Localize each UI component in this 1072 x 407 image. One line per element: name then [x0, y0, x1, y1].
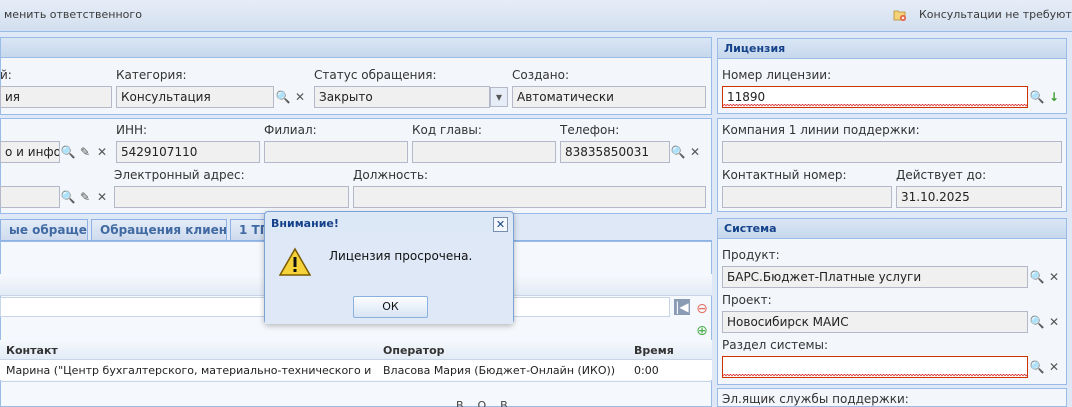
client-org-field[interactable]: о и инфорі — [0, 141, 60, 163]
position-field[interactable] — [353, 186, 706, 208]
client-org-clear-icon[interactable]: ✕ — [93, 142, 111, 162]
row-contact-cell: Марина ("Центр бухгалтерского, материаль… — [6, 364, 374, 377]
contact-field[interactable] — [0, 186, 60, 208]
project-field[interactable]: Новосибирск МАИС — [722, 311, 1028, 333]
consultation-folder-icon — [893, 9, 907, 21]
phone-field[interactable]: 83835850031 — [560, 141, 670, 163]
tab-client-requests[interactable]: Обращения клиента — [91, 219, 227, 240]
warning-icon — [278, 247, 312, 277]
bottom-partial-text: В... О... В... — [456, 399, 519, 407]
phone-clear-icon[interactable]: ✕ — [686, 142, 704, 162]
status-select[interactable]: Закрыто — [314, 86, 490, 108]
position-label: Должность: — [353, 168, 429, 182]
change-responsible-button[interactable]: менить ответственного — [4, 8, 142, 21]
row-time-cell: 0:00 — [634, 364, 659, 377]
license-download-arrow-icon[interactable]: ↓ — [1045, 87, 1063, 107]
license-search-icon[interactable]: 🔍 — [1028, 87, 1046, 107]
category-search-icon[interactable]: 🔍 — [274, 87, 292, 107]
system-header: Система — [718, 219, 1066, 239]
client-org-search-icon[interactable]: 🔍 — [59, 142, 77, 162]
grid-header — [0, 340, 712, 360]
email-label: Электронный адрес: — [114, 168, 245, 182]
product-search-icon[interactable]: 🔍 — [1028, 267, 1046, 287]
valid-until-label: Действует до: — [896, 168, 987, 182]
dialog-message: Лицензия просрочена. — [329, 249, 473, 263]
column-operator[interactable]: Оператор — [383, 344, 445, 357]
company-label: Компания 1 линии поддержки: — [722, 123, 920, 137]
category-label: Категория: — [116, 68, 187, 82]
ok-button[interactable]: ОК — [353, 296, 428, 318]
license-number-label: Номер лицензии: — [722, 68, 832, 82]
branch-field[interactable] — [264, 141, 408, 163]
system-section-clear-icon[interactable]: ✕ — [1045, 357, 1063, 377]
mailbox-label: Эл.ящик службы поддержки: — [722, 392, 909, 406]
status-label: Статус обращения: — [314, 68, 437, 82]
product-field[interactable]: БАРС.Бюджет-Платные услуги — [722, 266, 1028, 288]
created-field[interactable]: Автоматически — [512, 86, 706, 108]
contact-search-icon[interactable]: 🔍 — [59, 187, 77, 207]
column-contact[interactable]: Контакт — [6, 344, 58, 357]
contact-edit-icon[interactable]: ✎ — [76, 187, 94, 207]
partial-field-input[interactable]: ия — [0, 86, 112, 108]
license-number-field[interactable]: 11890 — [722, 86, 1028, 108]
client-org-edit-icon[interactable]: ✎ — [76, 142, 94, 162]
top-toolbar: менить ответственного Консультации не тр… — [0, 0, 1072, 32]
phone-label: Телефон: — [560, 123, 620, 137]
category-field[interactable]: Консультация — [116, 86, 274, 108]
category-clear-icon[interactable]: ✕ — [291, 87, 309, 107]
chapter-code-label: Код главы: — [412, 123, 482, 137]
status-dropdown-chevron-icon[interactable]: ▾ — [490, 87, 508, 107]
system-section-search-icon[interactable]: 🔍 — [1028, 357, 1046, 377]
close-icon[interactable]: ✕ — [493, 217, 508, 232]
email-field[interactable] — [114, 186, 349, 208]
dialog-title: Внимание! — [271, 217, 339, 230]
contact-clear-icon[interactable]: ✕ — [93, 187, 111, 207]
project-clear-icon[interactable]: ✕ — [1045, 312, 1063, 332]
partial-field-label: й: — [0, 68, 12, 82]
license-header: Лицензия — [718, 39, 1066, 59]
system-section-label: Раздел системы: — [722, 338, 829, 352]
contact-number-label: Контактный номер: — [722, 168, 847, 182]
alert-dialog: Внимание! ✕ Лицензия просрочена. ОК — [264, 211, 514, 324]
grid-bottom-divider — [0, 381, 712, 382]
chapter-code-field[interactable] — [412, 141, 556, 163]
inn-label: ИНН: — [116, 123, 148, 137]
created-label: Создано: — [512, 68, 569, 82]
row-operator-cell: Власова Мария (Бюджет-Онлайн (ИКО)) — [383, 364, 616, 377]
tab-requests[interactable]: ые обращения — [0, 219, 88, 240]
company-field[interactable] — [722, 141, 1062, 163]
inn-field[interactable]: 5429107110 — [116, 141, 260, 163]
project-search-icon[interactable]: 🔍 — [1028, 312, 1046, 332]
valid-until-field[interactable]: 31.10.2025 — [896, 186, 1062, 208]
product-label: Продукт: — [722, 248, 780, 262]
column-time[interactable]: Время — [634, 344, 674, 357]
no-consultation-button[interactable]: Консультации не требуются — [919, 8, 1072, 21]
system-section-field[interactable] — [722, 356, 1028, 378]
request-details-header — [1, 38, 711, 58]
branch-label: Филиал: — [264, 123, 317, 137]
add-icon[interactable]: ⊕ — [693, 321, 711, 341]
contact-number-field[interactable] — [722, 186, 892, 208]
delete-icon[interactable]: ⊖ — [693, 299, 711, 319]
phone-search-icon[interactable]: 🔍 — [669, 142, 687, 162]
first-page-icon[interactable]: |◀ — [674, 299, 690, 315]
project-label: Проект: — [722, 293, 772, 307]
product-clear-icon[interactable]: ✕ — [1045, 267, 1063, 287]
